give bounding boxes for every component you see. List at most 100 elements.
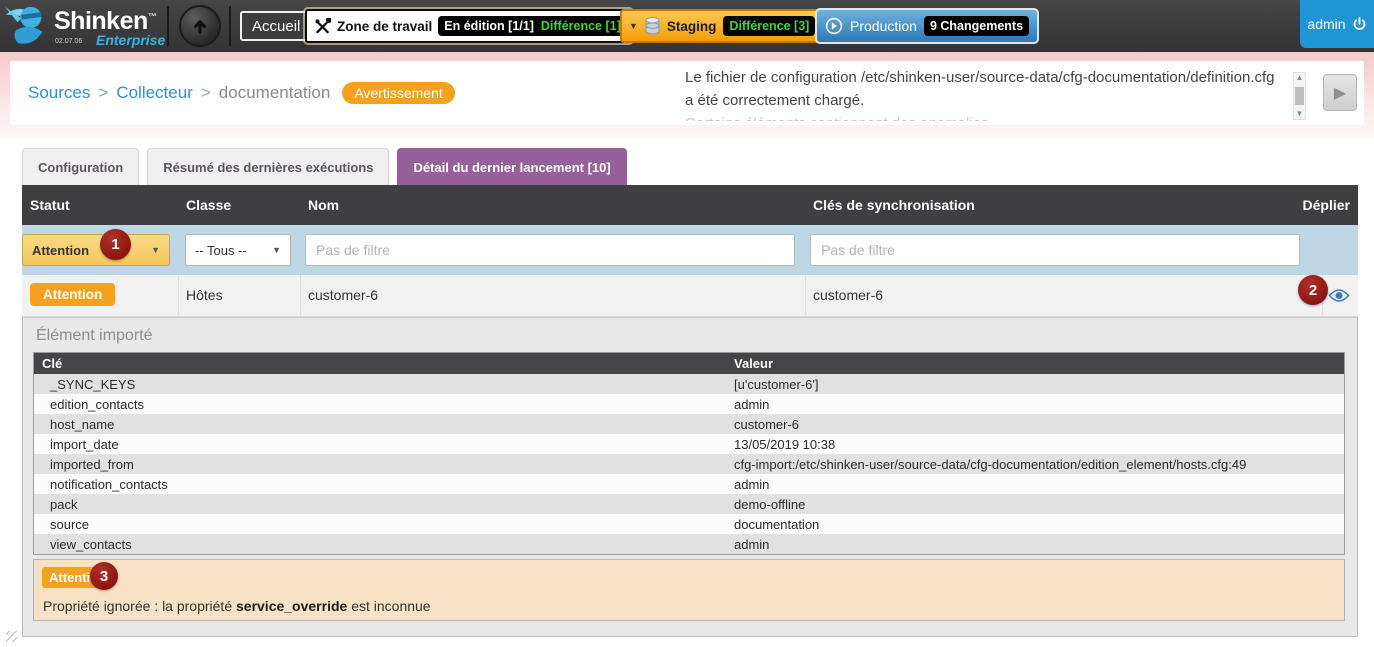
chevron-down-icon: ▼ (151, 245, 160, 255)
annotation-badge-3: 3 (90, 562, 118, 590)
database-icon (645, 17, 660, 35)
collapse-detail-button[interactable] (1328, 288, 1350, 306)
detail-panel: Élément importé Clé Valeur _SYNC_KEYS (22, 317, 1358, 637)
breadcrumb: Sources > Collecteur > documentation Ave… (28, 82, 455, 104)
kv-row: imported_from cfg-import:/etc/shinken-us… (34, 454, 1344, 474)
row-status-badge: Attention (30, 283, 115, 306)
trademark: ™ (148, 12, 157, 22)
kv-row: pack demo-offline (34, 494, 1344, 514)
staging-label: Staging (667, 19, 717, 34)
home-button[interactable]: Accueil (240, 11, 312, 41)
chevron-down-icon: ▼ (629, 21, 638, 31)
status-band: Sources > Collecteur > documentation Ave… (0, 52, 1374, 137)
message-scrollbar[interactable]: ▲ ▼ (1293, 72, 1306, 120)
load-messages: Le fichier de configuration /etc/shinken… (685, 66, 1285, 121)
property-warning: Attention 3 Propriété ignorée : la propr… (33, 559, 1345, 621)
scroll-up-icon[interactable]: ▲ (1296, 74, 1304, 82)
kv-header-row: Clé Valeur (34, 353, 1344, 374)
breadcrumb-separator: > (98, 83, 108, 103)
kv-key: notification_contacts (34, 474, 726, 494)
tools-icon (314, 18, 331, 35)
chevron-down-icon: ▼ (272, 245, 281, 255)
deploy-arrow-icon (825, 17, 843, 35)
message-line-clipped: Certains éléments contiennent des anomal… (685, 112, 1285, 121)
production-selector[interactable]: Production 9 Changements (815, 8, 1039, 44)
staging-status-pill: Différence [3] (723, 16, 815, 36)
staging-selector[interactable]: ▼ Staging Différence [3] (620, 9, 824, 43)
kv-value: cfg-import:/etc/shinken-user/source-data… (726, 454, 1344, 474)
detail-panel-title: Élément importé (36, 327, 153, 345)
kv-value: 13/05/2019 10:38 (726, 434, 1344, 454)
difference-badge: Différence [1] (541, 19, 621, 33)
edition-badge: En édition [1/1] (444, 19, 534, 33)
grid-header: Statut Classe Nom Clés de synchronisatio… (22, 185, 1358, 225)
play-icon: ▶ (1334, 83, 1346, 103)
expand-messages-button[interactable]: ▶ (1323, 74, 1357, 111)
user-menu[interactable]: admin (1300, 0, 1374, 48)
kv-value: [u'customer-6'] (726, 374, 1344, 394)
message-line: Le fichier de configuration /etc/shinken… (685, 66, 1285, 112)
tab-resume-executions[interactable]: Résumé des dernières exécutions (147, 148, 389, 185)
workzone-selector[interactable]: Zone de travail En édition [1/1] Différe… (305, 9, 632, 43)
kv-row: _SYNC_KEYS [u'customer-6'] (34, 374, 1344, 394)
column-divider (300, 275, 301, 316)
name-filter-input[interactable] (305, 234, 795, 266)
kv-value: customer-6 (726, 414, 1344, 434)
kv-row: notification_contacts admin (34, 474, 1344, 494)
scroll-down-icon[interactable]: ▼ (1296, 110, 1304, 118)
kv-value: demo-offline (726, 494, 1344, 514)
power-icon[interactable] (1352, 17, 1367, 32)
kv-value: documentation (726, 514, 1344, 534)
workzone-status-pill: En édition [1/1] Différence [1] (438, 16, 626, 36)
column-divider (178, 275, 179, 316)
version-label: 02.07.06 (55, 38, 82, 45)
kv-row: import_date 13/05/2019 10:38 (34, 434, 1344, 454)
kv-key: pack (34, 494, 726, 514)
annotation-badge-2: 2 (1298, 275, 1328, 305)
row-sync-keys-cell: customer-6 (813, 287, 883, 303)
result-row[interactable]: Attention Hôtes customer-6 customer-6 2 (22, 275, 1358, 317)
sync-keys-filter-input[interactable] (810, 234, 1300, 266)
info-card: Sources > Collecteur > documentation Ave… (10, 61, 1364, 125)
column-header-deplier: Déplier (1303, 197, 1350, 213)
status-filter-select[interactable]: Attention ▼ (22, 234, 170, 266)
warning-status-badge: Avertissement (342, 82, 454, 104)
kv-key: _SYNC_KEYS (34, 374, 726, 394)
breadcrumb-collecteur-link[interactable]: Collecteur (116, 83, 193, 103)
warning-message: Propriété ignorée : la propriété service… (43, 598, 431, 614)
brand-edition: Enterprise (96, 32, 165, 48)
warning-property-name: service_override (236, 598, 347, 614)
column-divider (805, 275, 806, 316)
row-name-cell: customer-6 (308, 287, 378, 303)
workzone-label: Zone de travail (337, 19, 432, 34)
kv-row: edition_contacts admin (34, 394, 1344, 414)
breadcrumb-sources-link[interactable]: Sources (28, 83, 90, 103)
kv-key: view_contacts (34, 534, 726, 554)
tab-bar: Configuration Résumé des dernières exécu… (22, 148, 627, 185)
kv-key: edition_contacts (34, 394, 726, 414)
kv-row: host_name customer-6 (34, 414, 1344, 434)
kv-value: admin (726, 474, 1344, 494)
warning-text-before: Propriété ignorée : la propriété (43, 598, 236, 614)
kv-key: import_date (34, 434, 726, 454)
changes-badge: 9 Changements (930, 19, 1023, 33)
filter-row: Attention ▼ 1 -- Tous -- ▼ (22, 225, 1358, 275)
scrollbar-thumb[interactable] (1295, 87, 1304, 105)
imported-element-table: Clé Valeur _SYNC_KEYS [u'customer-6'] (33, 352, 1345, 555)
class-filter-select[interactable]: -- Tous -- ▼ (185, 234, 291, 266)
tab-configuration[interactable]: Configuration (22, 148, 139, 185)
kv-key: source (34, 514, 726, 534)
scroll-top-button[interactable] (179, 5, 221, 47)
breadcrumb-separator: > (201, 83, 211, 103)
column-header-statut: Statut (30, 197, 70, 213)
resize-grip[interactable] (6, 631, 17, 642)
row-class-cell: Hôtes (186, 287, 223, 303)
divider (229, 6, 231, 46)
kv-value: admin (726, 394, 1344, 414)
column-header-sync-keys: Clés de synchronisation (813, 197, 975, 213)
production-changes-pill: 9 Changements (924, 16, 1029, 36)
production-label: Production (850, 18, 917, 34)
warning-text-after: est inconnue (347, 598, 430, 614)
tab-detail-lancement[interactable]: Détail du dernier lancement [10] (397, 148, 626, 185)
kv-row: view_contacts admin (34, 534, 1344, 554)
